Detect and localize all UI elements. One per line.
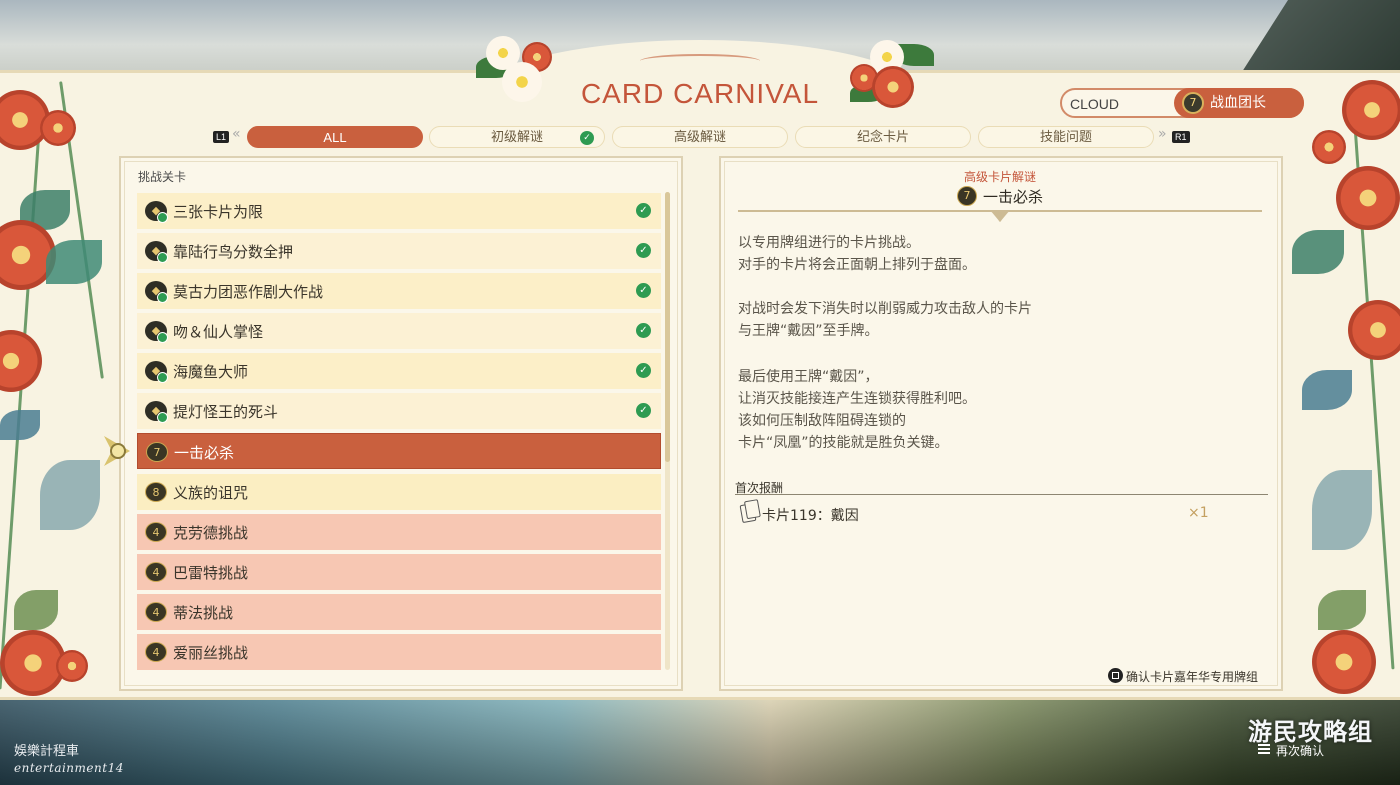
left-floral-decoration <box>0 70 118 700</box>
list-item[interactable]: ◆ 海魔鱼大师 ✓ <box>137 353 661 389</box>
list-item[interactable]: 4 巴雷特挑战 <box>137 554 661 590</box>
chevron-left-icon: « <box>232 126 241 142</box>
list-item[interactable]: ◆ 莫古力团恶作剧大作战 ✓ <box>137 273 661 309</box>
page-title: CARD CARNIVAL <box>580 78 820 109</box>
check-icon: ✓ <box>636 283 651 298</box>
tab-advanced-puzzles[interactable]: 高级解谜 <box>612 126 788 148</box>
rank-emblem-icon: 8 <box>145 482 167 502</box>
card-icon <box>739 502 757 524</box>
tab-beginner-puzzles[interactable]: 初级解谜 ✓ <box>429 126 605 148</box>
square-button-icon <box>1108 668 1123 683</box>
list-item[interactable]: ◆ 吻＆仙人掌怪 ✓ <box>137 313 661 349</box>
list-item-selected[interactable]: 7 一击必杀 <box>137 433 661 469</box>
check-icon <box>157 252 168 263</box>
player-badge: CLOUD 7 战血团长 <box>1060 88 1304 118</box>
reward-divider <box>735 494 1268 495</box>
list-item[interactable]: ◆ 提灯怪王的死斗 ✓ <box>137 393 661 429</box>
description-line: 该如何压制敌阵阻碍连锁的 <box>738 413 906 429</box>
description-line: 与王牌“戴因”至手牌。 <box>738 323 879 339</box>
confirm-deck-hint[interactable]: 确认卡片嘉年华专用牌组 <box>1108 668 1258 685</box>
list-item[interactable]: 4 蒂法挑战 <box>137 594 661 630</box>
player-name: CLOUD <box>1070 96 1120 112</box>
beach-background <box>0 698 1400 785</box>
r1-button-hint[interactable]: R1 <box>1172 131 1190 143</box>
section-label: 挑战关卡 <box>138 170 187 184</box>
rank-emblem-icon: 4 <box>145 562 167 582</box>
tab-memorial-cards[interactable]: 纪念卡片 <box>795 126 971 148</box>
watermark-left: 娛樂計程車 entertainment14 <box>14 744 124 775</box>
l1-button-hint[interactable]: L1 <box>213 131 230 143</box>
title-ornament <box>640 54 760 68</box>
plumeria-flower-icon <box>850 40 934 110</box>
list-item[interactable]: 4 克劳德挑战 <box>137 514 661 550</box>
selection-cursor-gem-icon <box>110 443 126 459</box>
rank-emblem-icon: 4 <box>145 642 167 662</box>
description-line: 卡片“凤凰”的技能就是胜负关键。 <box>738 435 949 451</box>
description-line: 让消灭技能接连产生连锁获得胜利吧。 <box>738 391 976 407</box>
rank-emblem-icon: 4 <box>145 602 167 622</box>
reward-quantity: ×1 <box>1188 505 1209 521</box>
list-item[interactable]: 4 爱丽丝挑战 <box>137 634 661 670</box>
menu-icon <box>1258 744 1270 754</box>
check-icon <box>157 292 168 303</box>
description-line: 最后使用王牌“戴因”， <box>738 369 879 385</box>
description-line: 对手的卡片将会正面朝上排列于盘面。 <box>738 257 976 273</box>
player-rank: 7 战血团长 <box>1174 88 1304 118</box>
rank-emblem-icon: 7 <box>956 186 977 206</box>
check-icon: ✓ <box>636 403 651 418</box>
tab-skill-questions[interactable]: 技能问题 <box>978 126 1154 148</box>
list-item[interactable]: ◆ 靠陆行鸟分数全押 ✓ <box>137 233 661 269</box>
rank-emblem-icon: 4 <box>145 522 167 542</box>
rank-emblem-icon: 7 <box>1182 92 1204 114</box>
list-scrollbar-thumb[interactable] <box>665 192 670 462</box>
description-line: 对战时会发下消失时以削弱威力攻击敌人的卡片 <box>738 301 1032 317</box>
tab-all[interactable]: ALL <box>247 126 423 148</box>
check-icon: ✓ <box>636 243 651 258</box>
plumeria-flower-icon <box>476 36 556 106</box>
check-icon <box>157 412 168 423</box>
reward-name: 卡片119：戴因 <box>762 508 859 524</box>
chevron-right-icon: » <box>1158 126 1167 142</box>
rank-emblem-icon: 7 <box>146 442 168 462</box>
detail-category: 高级卡片解谜 <box>963 170 1036 184</box>
recheck-hint[interactable]: 再次确认 <box>1258 742 1324 759</box>
list-item[interactable]: ◆ 三张卡片为限 ✓ <box>137 193 661 229</box>
check-icon <box>157 212 168 223</box>
check-icon: ✓ <box>636 323 651 338</box>
check-icon <box>157 332 168 343</box>
rank-title: 战血团长 <box>1210 95 1266 111</box>
right-floral-decoration <box>1282 70 1400 700</box>
check-icon: ✓ <box>636 363 651 378</box>
list-item[interactable]: 8 义族的诅咒 <box>137 474 661 510</box>
check-icon: ✓ <box>580 131 594 145</box>
mountain-scenery <box>1240 0 1400 75</box>
check-icon: ✓ <box>636 203 651 218</box>
check-icon <box>157 372 168 383</box>
detail-title: 7 一击必杀 <box>956 186 1043 207</box>
description-line: 以专用牌组进行的卡片挑战。 <box>738 235 920 251</box>
